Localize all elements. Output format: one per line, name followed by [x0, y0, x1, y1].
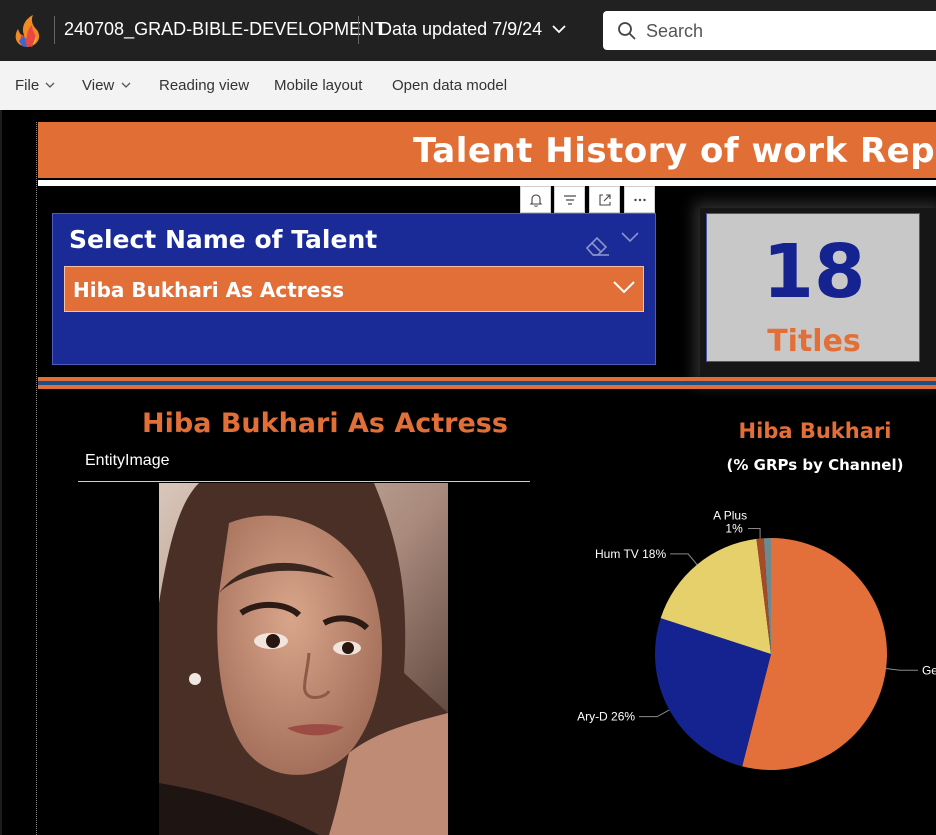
separator-stripe [38, 385, 936, 389]
menu-open-data-model[interactable]: Open data model [392, 77, 507, 94]
pie-label: Geo Ent 54% [922, 663, 936, 677]
chevron-down-icon[interactable] [613, 281, 635, 294]
pie-label-value: 1% [725, 522, 743, 536]
talent-dropdown[interactable]: Hiba Bukhari As Actress [64, 266, 644, 312]
menu-reading-view[interactable]: Reading view [159, 77, 249, 94]
chart-title: Hiba Bukhari [738, 419, 892, 443]
header-divider [54, 16, 55, 44]
focus-mode-icon [599, 194, 611, 206]
chevron-down-icon[interactable] [620, 231, 640, 243]
slicer-title: Select Name of Talent [69, 225, 378, 254]
talent-photo [159, 483, 448, 835]
page-boundary [36, 122, 37, 835]
pie-label-name: A Plus [713, 509, 747, 523]
bell-icon [529, 194, 543, 207]
data-updated-menu[interactable]: Data updated 7/9/24 [379, 19, 542, 40]
pie-leader-line [748, 528, 761, 539]
app-logo-icon[interactable] [10, 13, 44, 49]
more-options-button[interactable] [624, 186, 655, 213]
selected-talent: Hiba Bukhari As Actress [73, 278, 345, 302]
menu-view[interactable]: View [82, 77, 114, 94]
talent-heading: Hiba Bukhari As Actress [142, 408, 508, 439]
filter-button[interactable] [554, 186, 585, 213]
grp-pie-chart[interactable]: Geo Ent 54% Ary-D 26% Hum TV 18% A Plus1% [560, 490, 936, 835]
menu-mobile-layout[interactable]: Mobile layout [274, 77, 362, 94]
search-input[interactable]: Search [603, 11, 936, 50]
title-banner: Talent History of work Report [38, 122, 936, 178]
titles-count: 18 [762, 229, 866, 315]
report-name[interactable]: 240708_GRAD-BIBLE-DEVELOPMENT [64, 19, 385, 40]
pie-leader-line [886, 668, 918, 671]
chevron-down-icon[interactable] [121, 82, 131, 88]
pie-label: Ary-D 26% [577, 710, 635, 724]
focus-mode-button[interactable] [589, 186, 620, 213]
menu-file[interactable]: File [15, 77, 39, 94]
header-divider [358, 16, 359, 44]
pie-leader-line [639, 709, 670, 718]
search-icon [618, 22, 636, 40]
entity-image-label: EntityImage [85, 452, 170, 469]
entity-divider [78, 481, 530, 482]
more-icon [634, 198, 646, 202]
titles-card: 18 Titles [706, 213, 920, 362]
title-underline [38, 180, 936, 186]
chart-subtitle: (% GRPs by Channel) [726, 456, 904, 474]
pie-label: Hum TV 18% [595, 547, 666, 561]
titles-label: Titles [767, 324, 861, 359]
report-title: Talent History of work Report [413, 131, 936, 171]
eraser-icon[interactable] [583, 232, 611, 258]
menu-bar: File View Reading view Mobile layout Ope… [0, 61, 936, 110]
app-header: 240708_GRAD-BIBLE-DEVELOPMENT Data updat… [0, 0, 936, 61]
alert-button[interactable] [520, 186, 551, 213]
search-placeholder: Search [646, 21, 704, 41]
talent-slicer: Select Name of Talent Hiba Bukhari As Ac… [52, 213, 656, 365]
chevron-down-icon[interactable] [552, 24, 566, 34]
pie-leader-line [670, 553, 698, 565]
canvas-border [0, 110, 2, 835]
filter-icon [564, 195, 576, 205]
chevron-down-icon[interactable] [45, 82, 55, 88]
